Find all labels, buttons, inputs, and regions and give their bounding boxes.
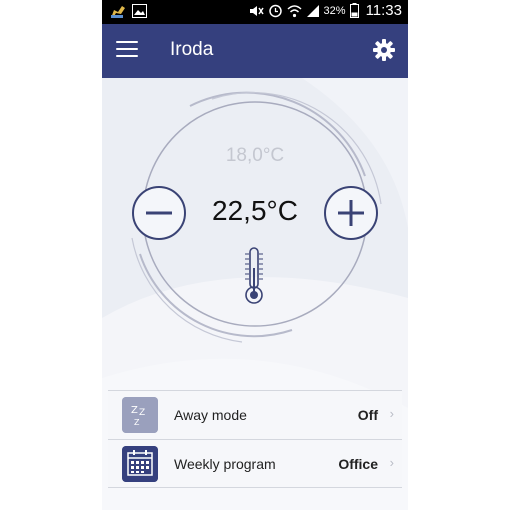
image-icon bbox=[132, 4, 147, 18]
thermometer-icon bbox=[245, 247, 263, 304]
svg-text:Z: Z bbox=[139, 408, 145, 418]
wifi-icon bbox=[287, 4, 302, 17]
away-mode-label: Away mode bbox=[174, 407, 247, 423]
setpoint-temperature: 18,0°C bbox=[225, 145, 285, 166]
weekly-program-value: Office bbox=[338, 456, 378, 472]
app-bar: Iroda bbox=[102, 24, 408, 78]
increase-temperature-button[interactable] bbox=[324, 186, 378, 240]
sleep-icon: Z Z Z bbox=[122, 397, 158, 433]
mute-icon bbox=[249, 5, 264, 16]
away-mode-value: Off bbox=[357, 407, 378, 423]
alarm-icon bbox=[268, 4, 282, 18]
mode-list: Z Z Z Away mode Off › Weekly program Off… bbox=[108, 390, 402, 488]
battery-icon bbox=[349, 3, 359, 18]
svg-text:Z: Z bbox=[134, 418, 140, 427]
list-item-weekly-program[interactable]: Weekly program Office › bbox=[108, 439, 402, 488]
weekly-program-label: Weekly program bbox=[174, 456, 276, 472]
chevron-right-icon: › bbox=[389, 406, 394, 421]
status-time: 11:33 bbox=[365, 2, 402, 19]
status-bar-right: 32% 11:33 bbox=[248, 2, 402, 19]
menu-icon[interactable] bbox=[116, 41, 138, 59]
list-item-away-mode[interactable]: Z Z Z Away mode Off › bbox=[108, 390, 402, 439]
decrease-temperature-button[interactable] bbox=[132, 186, 186, 240]
gear-icon[interactable] bbox=[372, 38, 396, 62]
calendar-icon bbox=[122, 446, 158, 482]
phone-screen: 32% 11:33 Iroda 18,0°C 22,5°C Z Z Z Away… bbox=[102, 0, 408, 510]
signal-icon bbox=[306, 5, 319, 17]
chevron-right-icon: › bbox=[389, 455, 394, 470]
status-bar-left bbox=[110, 3, 147, 19]
notification-icon bbox=[111, 6, 125, 18]
status-bar: 32% 11:33 bbox=[102, 0, 408, 24]
minus-icon bbox=[146, 211, 172, 215]
svg-text:Z: Z bbox=[131, 405, 138, 416]
battery-percent: 32% bbox=[323, 4, 346, 17]
plus-icon bbox=[338, 200, 364, 226]
page-title: Iroda bbox=[170, 39, 214, 60]
